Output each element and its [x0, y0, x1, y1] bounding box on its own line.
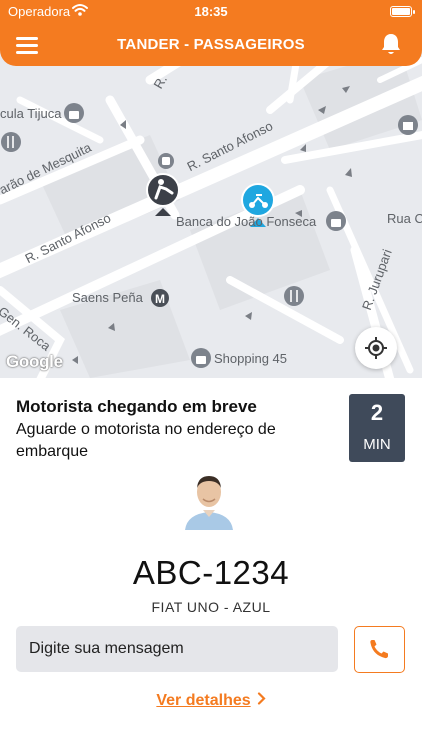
view-details-label: Ver detalhes: [156, 692, 251, 709]
message-input[interactable]: [16, 626, 338, 672]
driver-avatar: [185, 476, 233, 530]
call-driver-button[interactable]: [354, 626, 405, 673]
my-location-icon: [365, 337, 387, 359]
page-title: TANDER - PASSAGEIROS: [117, 36, 305, 53]
status-bar: Operadora 18:35: [0, 0, 422, 24]
phone-icon: [370, 640, 388, 659]
license-plate: ABC-1234: [132, 554, 290, 591]
eta-unit: MIN: [363, 436, 391, 453]
eta-value: 2: [370, 400, 384, 425]
map-label-rua-c: Rua C: [387, 211, 422, 226]
google-logo: Google: [6, 352, 63, 371]
car-model-text: FIAT UNO - AZUL: [151, 599, 271, 612]
battery-icon: [390, 6, 415, 17]
app-header: TANDER - PASSAGEIROS: [0, 24, 422, 66]
map-label-shopping: Shopping 45: [214, 351, 288, 366]
map-label-cula-tijuca: cula Tijuca: [0, 106, 62, 121]
ride-status-title: Motorista chegando em breve: [16, 397, 257, 416]
map-view[interactable]: M cula Tijuca arão de Mesquita R. Santo …: [0, 40, 422, 378]
ride-status-subtitle: Aguarde o motorista no endereço de embar…: [16, 421, 276, 460]
locate-button[interactable]: [355, 327, 397, 369]
view-details-link[interactable]: Ver detalhes: [0, 692, 422, 710]
svg-text:M: M: [155, 292, 165, 306]
car-model: FIAT UNO - AZUL: [0, 598, 422, 612]
clock: 18:35: [194, 4, 228, 19]
map-label-saens-pena: Saens Peña: [72, 290, 143, 305]
chevron-right-icon: [257, 692, 266, 710]
bell-icon[interactable]: [380, 32, 402, 56]
eta-badge: 2 MIN: [349, 394, 405, 462]
map-label-banca: Banca do João Fonseca: [176, 214, 317, 229]
